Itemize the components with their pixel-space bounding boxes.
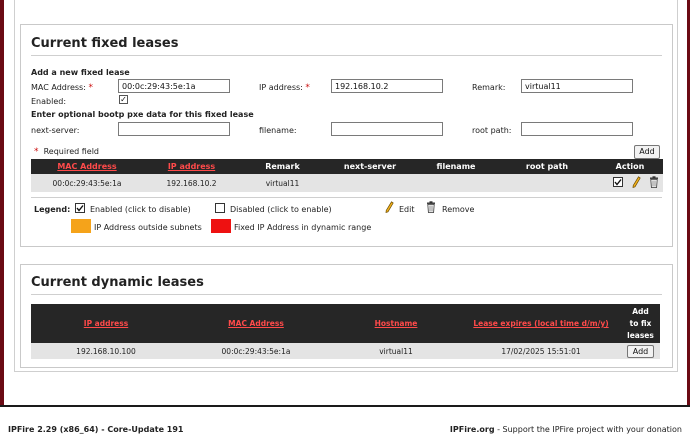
legend-edit-text: Edit	[399, 205, 415, 214]
next-server-label: next-server:	[31, 126, 80, 135]
ip-address-input[interactable]: 192.168.10.2	[331, 79, 443, 93]
title-divider	[31, 294, 662, 295]
required-star: *	[88, 83, 93, 93]
legend-enabled-text: Enabled (click to disable)	[90, 205, 191, 214]
required-star: *	[34, 147, 39, 157]
footer-tagline: - Support the IPFire project with your d…	[494, 425, 682, 434]
cell-lease-expires: 17/02/2025 15:51:01	[461, 343, 621, 359]
footer-site-link[interactable]: IPFire.org	[450, 425, 495, 434]
root-path-label: root path:	[472, 126, 512, 135]
legend-dynamic-range-text: Fixed IP Address in dynamic range	[234, 223, 372, 232]
legend-label: Legend:	[34, 205, 71, 214]
footer-donation: IPFire.org - Support the IPFire project …	[450, 425, 682, 434]
filename-input[interactable]	[331, 122, 443, 136]
cell-filename	[415, 174, 497, 192]
edit-pencil-icon[interactable]	[632, 176, 641, 190]
cell-mac: 00:0c:29:43:5e:1a	[31, 174, 143, 192]
cell-hostname: virtual11	[331, 343, 461, 359]
enabled-label: Enabled:	[31, 97, 67, 106]
cell-add: Add	[621, 343, 660, 359]
legend-remove-trash-icon	[426, 201, 436, 215]
filename-label: filename:	[259, 126, 297, 135]
required-field-note: * Required field	[34, 147, 100, 157]
pxe-heading: Enter optional bootp pxe data for this f…	[31, 110, 254, 119]
column-header-remark: Remark	[240, 159, 325, 174]
dynamic-leases-title: Current dynamic leases	[31, 275, 204, 290]
column-header-lease-expires[interactable]: Lease expires (local time d/m/y)	[461, 304, 621, 343]
legend-outside-subnets-text: IP Address outside subnets	[94, 223, 202, 232]
footer-version: IPFire 2.29 (x86_64) - Core-Update 191	[8, 425, 184, 434]
add-fixed-lease-heading: Add a new fixed lease	[31, 68, 130, 77]
remark-label: Remark:	[472, 83, 506, 92]
legend-disabled-icon	[215, 203, 225, 215]
cell-actions	[597, 174, 663, 192]
table-row: 192.168.10.100 00:0c:29:43:5e:1a virtual…	[31, 343, 660, 359]
cell-ip: 192.168.10.100	[31, 343, 181, 359]
root-path-input[interactable]	[521, 122, 633, 136]
legend-remove-text: Remove	[442, 205, 475, 214]
cell-next-server	[325, 174, 415, 192]
required-star: *	[305, 83, 310, 93]
next-server-input[interactable]	[118, 122, 230, 136]
column-header-ip[interactable]: IP address	[143, 159, 240, 174]
dynamic-leases-table: IP address MAC Address Hostname Lease ex…	[31, 304, 660, 359]
column-header-ip[interactable]: IP address	[31, 304, 181, 343]
mac-address-input[interactable]: 00:0c:29:43:5e:1a	[118, 79, 230, 93]
page-footer: IPFire 2.29 (x86_64) - Core-Update 191 I…	[0, 405, 690, 448]
table-row: 00:0c:29:43:5e:1a 192.168.10.2 virtual11	[31, 174, 663, 192]
cell-root-path	[497, 174, 597, 192]
page-frame-left	[0, 0, 4, 405]
cell-remark: virtual11	[240, 174, 325, 192]
fixed-leases-table: MAC Address IP address Remark next-serve…	[31, 159, 663, 192]
enabled-checkbox[interactable]: ✓	[119, 95, 128, 104]
fixed-leases-box: Current fixed leases Add a new fixed lea…	[20, 24, 673, 247]
legend-divider	[31, 197, 662, 198]
dynamic-leases-box: Current dynamic leases IP address MAC Ad…	[20, 264, 673, 368]
column-header-hostname[interactable]: Hostname	[331, 304, 461, 343]
column-header-add-to-fix: Add to fix leases	[621, 304, 660, 343]
column-header-root-path: root path	[497, 159, 597, 174]
column-header-mac[interactable]: MAC Address	[181, 304, 331, 343]
column-header-mac[interactable]: MAC Address	[31, 159, 143, 174]
column-header-action: Action	[597, 159, 663, 174]
fixed-leases-title: Current fixed leases	[31, 36, 179, 51]
legend-edit-pencil-icon	[385, 201, 394, 215]
remark-input[interactable]: virtual11	[521, 79, 633, 93]
column-header-next-server: next-server	[325, 159, 415, 174]
cell-ip: 192.168.10.2	[143, 174, 240, 192]
add-to-fixed-button[interactable]: Add	[627, 344, 654, 358]
legend-disabled-text: Disabled (click to enable)	[230, 205, 332, 214]
remove-trash-icon[interactable]	[649, 176, 659, 190]
add-fixed-lease-button[interactable]: Add	[634, 145, 660, 159]
cell-mac: 00:0c:29:43:5e:1a	[181, 343, 331, 359]
enabled-toggle-icon[interactable]	[613, 177, 624, 189]
legend-dynamic-range-swatch	[211, 219, 231, 233]
legend-enabled-icon	[75, 203, 85, 215]
mac-address-label: MAC Address: *	[31, 83, 93, 93]
title-divider	[31, 55, 662, 56]
column-header-filename: filename	[415, 159, 497, 174]
ip-address-label: IP address: *	[259, 83, 310, 93]
legend-outside-subnets-swatch	[71, 219, 91, 233]
